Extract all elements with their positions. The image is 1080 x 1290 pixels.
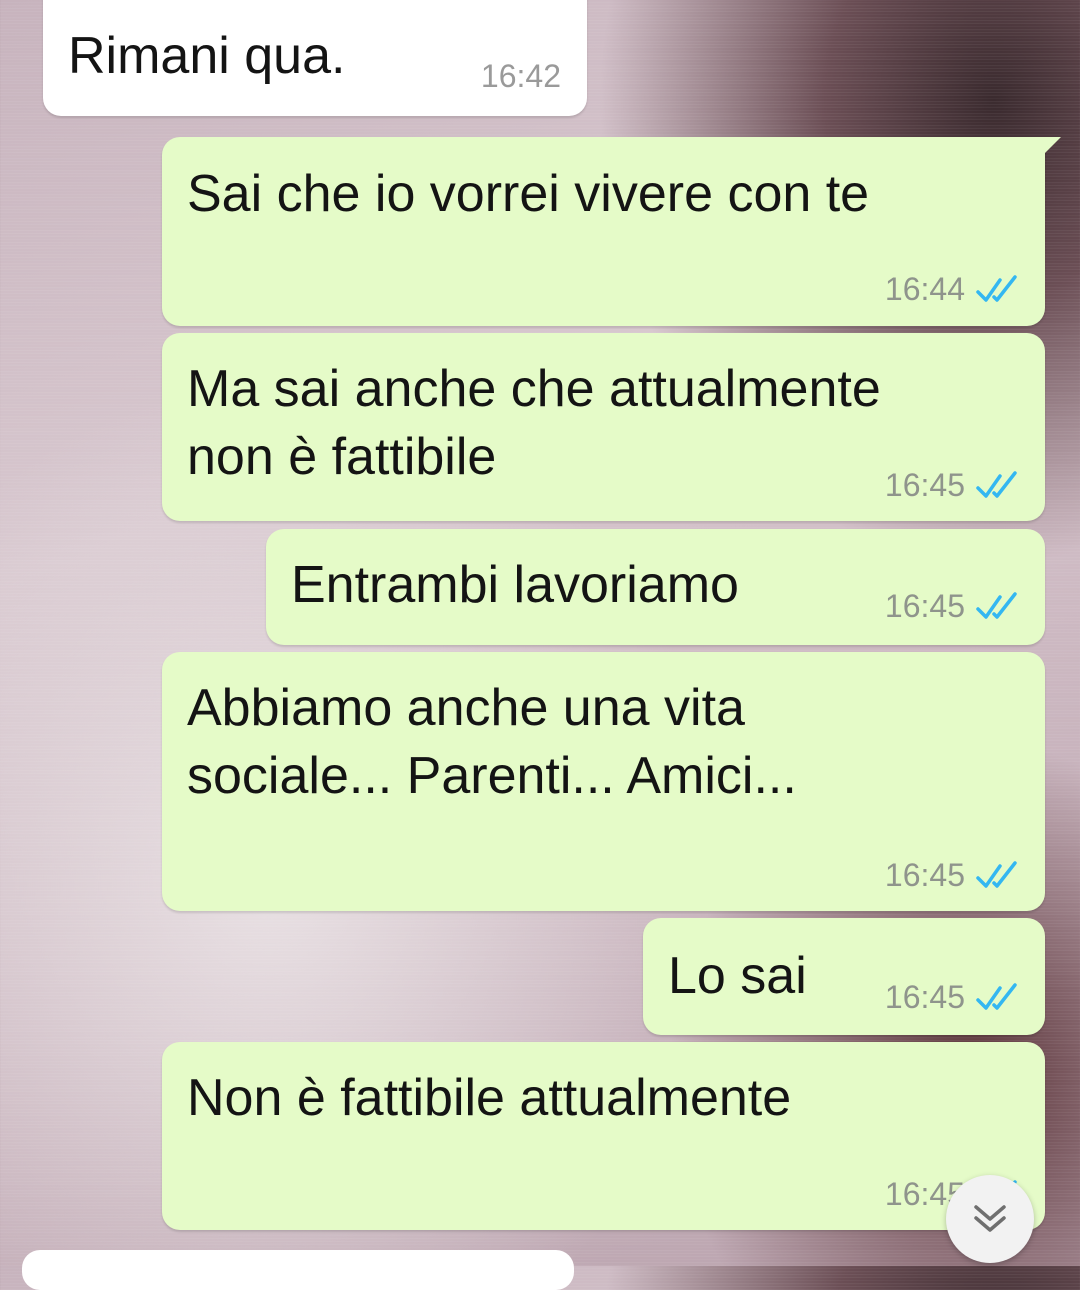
message-time: 16:45	[884, 979, 965, 1015]
message-bubble-outgoing[interactable]: Ma sai anche che attualmente non è fatti…	[162, 333, 1045, 521]
chevron-double-down-icon	[974, 1205, 1006, 1232]
message-bubble-outgoing[interactable]: Entrambi lavoriamo 16:45	[266, 529, 1045, 645]
double-check-icon	[976, 591, 1017, 619]
message-meta: 16:45	[885, 467, 1021, 504]
message-time: 16:44	[884, 271, 965, 307]
message-time: 16:45	[884, 588, 965, 624]
chat-thread[interactable]: Rimani qua. 16:42 Sai che io vorrei vive…	[0, 0, 1080, 1290]
scroll-to-bottom-button[interactable]	[946, 1175, 1034, 1263]
message-meta: 16:45	[885, 857, 1021, 894]
double-check-icon	[976, 470, 1017, 498]
message-text: Non è fattibile attualmente	[187, 1069, 792, 1127]
message-text: Ma sai anche che attualmente non è fatti…	[187, 360, 881, 486]
message-time: 16:45	[884, 857, 965, 893]
message-meta: 16:45	[885, 979, 1021, 1016]
message-bubble-outgoing[interactable]: Sai che io vorrei vivere con te 16:44	[162, 137, 1061, 326]
message-time: 16:45	[884, 467, 965, 503]
message-text: Abbiamo anche una vita sociale... Parent…	[187, 679, 797, 805]
double-check-icon	[976, 982, 1017, 1010]
message-text: Entrambi lavoriamo	[291, 556, 739, 614]
message-meta: 16:45	[885, 588, 1021, 625]
message-bubble-outgoing[interactable]: Lo sai 16:45	[643, 918, 1045, 1035]
message-meta: 16:42	[481, 58, 561, 95]
double-check-icon	[976, 274, 1017, 302]
message-bubble-outgoing[interactable]: Non è fattibile attualmente 16:45	[162, 1042, 1045, 1230]
message-time: 16:42	[480, 58, 561, 94]
message-meta: 16:44	[885, 271, 1021, 308]
message-bubble-incoming[interactable]: Rimani qua. 16:42	[43, 0, 587, 116]
double-check-icon	[976, 860, 1017, 888]
message-text: Rimani qua.	[68, 27, 346, 85]
message-text: Sai che io vorrei vivere con te	[187, 165, 870, 223]
bubble-tail	[1039, 137, 1061, 159]
message-text: Lo sai	[668, 947, 807, 1005]
message-bubble-outgoing[interactable]: Abbiamo anche una vita sociale... Parent…	[162, 652, 1045, 911]
message-bubble-incoming-partial[interactable]	[22, 1250, 574, 1290]
